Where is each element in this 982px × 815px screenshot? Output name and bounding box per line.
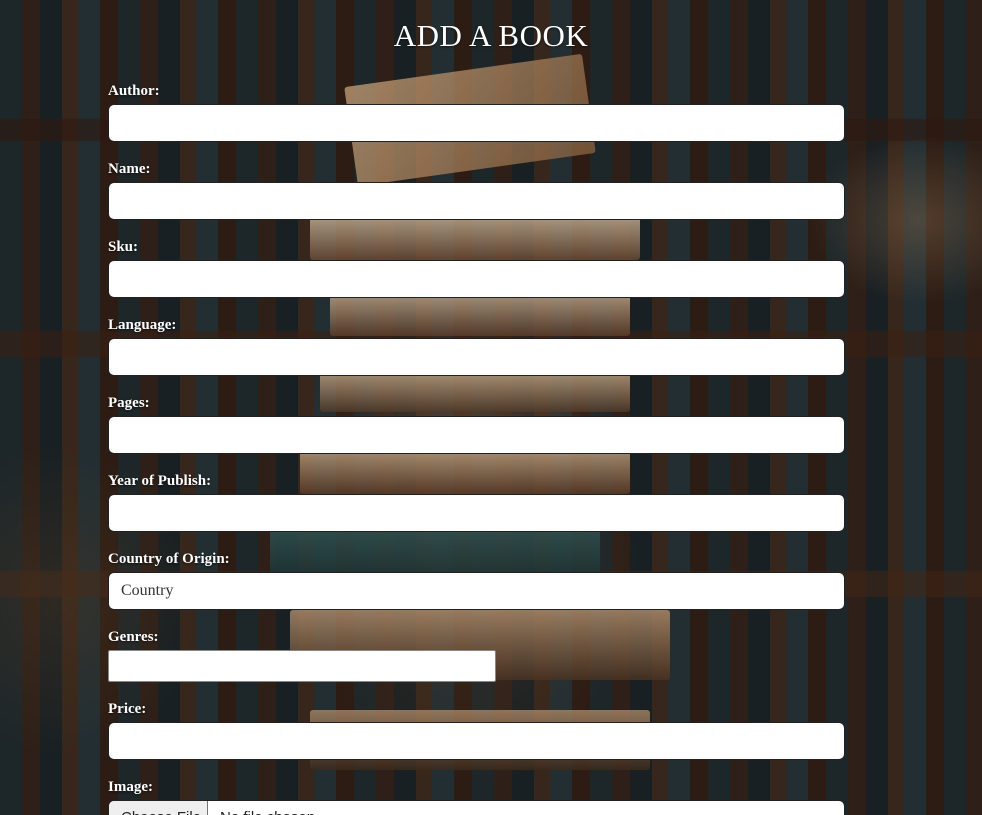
author-input[interactable] xyxy=(108,104,845,142)
image-file-input[interactable]: Choose File No file chosen xyxy=(108,800,845,815)
image-label: Image: xyxy=(108,779,153,795)
country-of-origin-input[interactable] xyxy=(108,572,845,610)
genres-select[interactable] xyxy=(108,650,496,682)
country-of-origin-label: Country of Origin: xyxy=(108,551,230,567)
choose-file-button[interactable]: Choose File xyxy=(109,801,208,815)
pages-label: Pages: xyxy=(108,395,150,411)
name-input[interactable] xyxy=(108,182,845,220)
sku-input[interactable] xyxy=(108,260,845,298)
pages-input[interactable] xyxy=(108,416,845,454)
genres-label: Genres: xyxy=(108,629,159,645)
language-input[interactable] xyxy=(108,338,845,376)
price-label: Price: xyxy=(108,701,147,717)
add-book-form: Author: Name: Sku: Language: Pages: Year… xyxy=(108,82,845,815)
name-label: Name: xyxy=(108,161,151,177)
price-input[interactable] xyxy=(108,722,845,760)
year-of-publish-label: Year of Publish: xyxy=(108,473,212,489)
file-status-text: No file chosen xyxy=(208,801,315,815)
page-title: ADD A BOOK xyxy=(393,18,589,53)
year-of-publish-input[interactable] xyxy=(108,494,845,532)
author-label: Author: xyxy=(108,83,160,99)
language-label: Language: xyxy=(108,317,177,333)
sku-label: Sku: xyxy=(108,239,139,255)
